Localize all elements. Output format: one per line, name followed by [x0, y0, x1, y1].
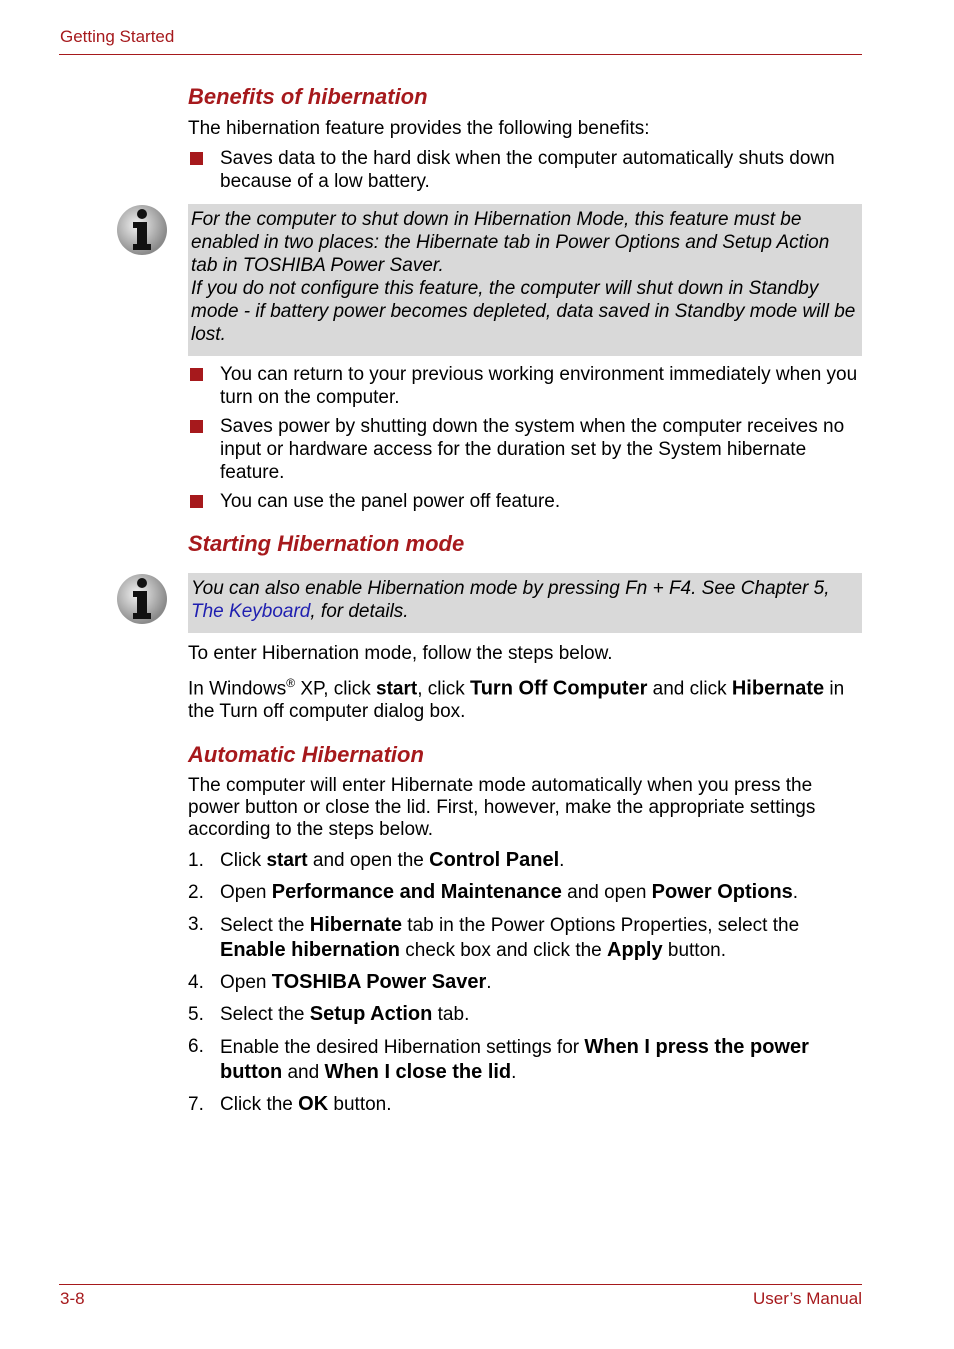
list-item: Saves power by shutting down the system … — [188, 415, 862, 484]
steps-intro: To enter Hibernation mode, follow the st… — [188, 643, 613, 664]
heading-starting: Starting Hibernation mode — [188, 531, 465, 556]
steps-list: 1. Click start and open the Control Pane… — [188, 849, 862, 1116]
note-box: For the computer to shut down in Hiberna… — [117, 204, 862, 356]
note-text: For the computer to shut down in Hiberna… — [191, 209, 830, 276]
bullet-text: Saves data to the hard disk when the com… — [220, 148, 835, 192]
bullet-text: You can use the panel power off feature. — [220, 491, 561, 512]
info-icon — [117, 205, 167, 255]
heading-benefits: Benefits of hibernation — [188, 84, 428, 109]
step-item: 2. Open Performance and Maintenance and … — [188, 881, 799, 904]
note-box: You can also enable Hibernation mode by … — [117, 573, 862, 633]
step-item: 3. Select the Hibernate tab in the Power… — [188, 914, 800, 962]
step-item: 4. Open TOSHIBA Power Saver. — [188, 971, 492, 994]
header-rule — [59, 54, 862, 55]
bullet-text: You can return to your previous working … — [220, 364, 858, 408]
footer-rule — [59, 1284, 862, 1285]
bullet-text: Saves power by shutting down the system … — [220, 416, 845, 483]
page-content: Benefits of hibernation The hibernation … — [117, 83, 862, 1116]
info-icon — [117, 574, 167, 624]
step-item: 1. Click start and open the Control Pane… — [188, 849, 565, 872]
square-bullet-icon — [190, 495, 203, 508]
manual-title: User’s Manual — [753, 1289, 862, 1308]
heading-automatic: Automatic Hibernation — [188, 742, 424, 768]
list-item: You can return to your previous working … — [188, 363, 862, 409]
square-bullet-icon — [190, 420, 203, 433]
list-item: Saves data to the hard disk when the com… — [188, 147, 862, 193]
keyboard-chapter-link[interactable]: The Keyboard — [191, 601, 310, 622]
note-text: You can also enable Hibernation mode by … — [191, 578, 830, 622]
benefits-intro: The hibernation feature provides the fol… — [188, 118, 650, 139]
windows-instructions: In Windows® XP, click start, click Turn … — [188, 676, 845, 723]
page-number: 3-8 — [60, 1289, 85, 1308]
automatic-intro: The computer will enter Hibernate mode a… — [188, 775, 816, 841]
running-header: Getting Started — [60, 27, 175, 46]
step-item: 7. Click the OK button. — [188, 1093, 392, 1116]
step-item: 5. Select the Setup Action tab. — [188, 1003, 470, 1026]
square-bullet-icon — [190, 368, 203, 381]
note-text: If you do not configure this feature, th… — [191, 278, 856, 345]
square-bullet-icon — [190, 152, 203, 165]
step-item: 6. Enable the desired Hibernation settin… — [188, 1036, 809, 1084]
list-item: You can use the panel power off feature. — [188, 490, 862, 513]
